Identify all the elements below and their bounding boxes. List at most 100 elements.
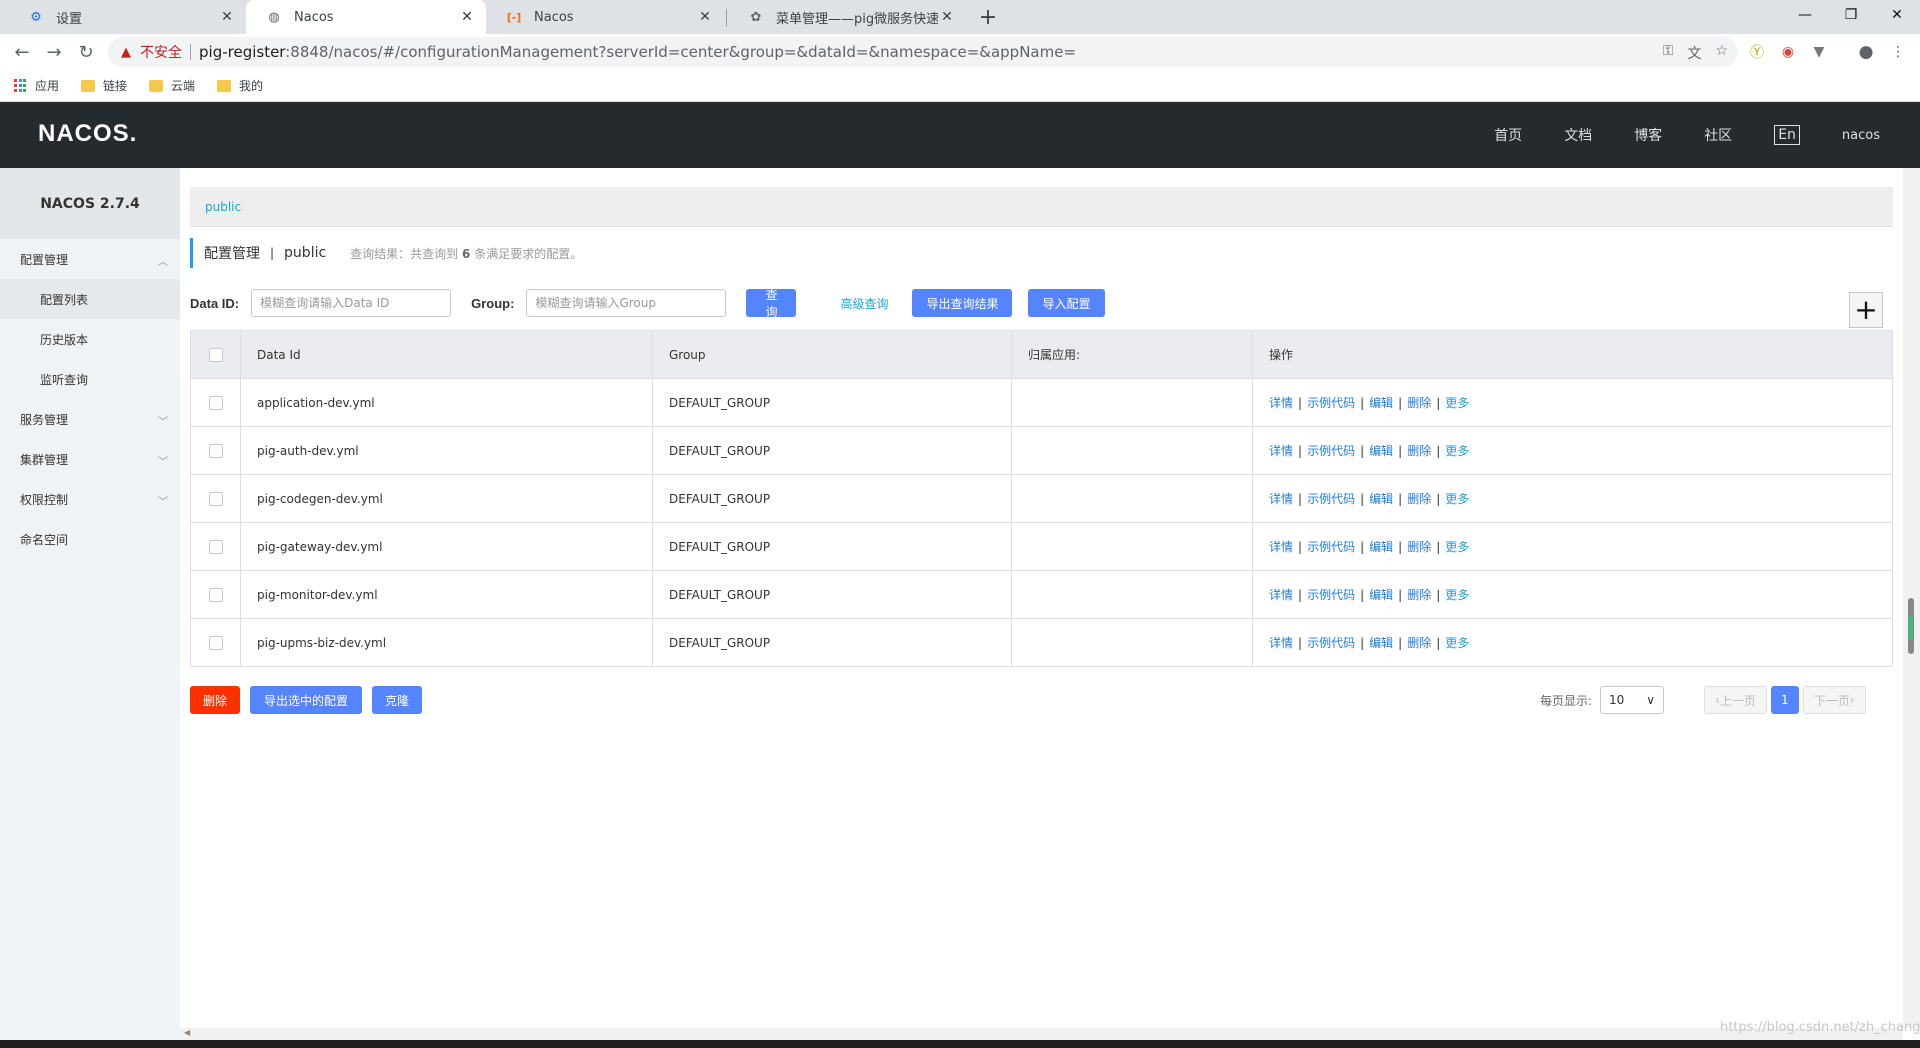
user-menu[interactable]: nacos bbox=[1842, 128, 1880, 143]
column-header[interactable]: Group bbox=[652, 330, 1012, 379]
query-button[interactable]: 查询 bbox=[746, 288, 797, 319]
page-number-current[interactable]: 1 bbox=[1770, 686, 1799, 714]
back-icon[interactable]: ← bbox=[8, 38, 36, 66]
page-size-select[interactable]: 10 ∨ bbox=[1600, 686, 1665, 714]
select-all-checkbox[interactable] bbox=[208, 347, 223, 362]
language-toggle[interactable]: En bbox=[1774, 125, 1800, 145]
op-link[interactable]: 示例代码 bbox=[1307, 540, 1355, 554]
add-config-button[interactable]: + bbox=[1849, 292, 1883, 328]
bookmark-mine[interactable]: 我的 bbox=[217, 77, 263, 94]
window-close-icon[interactable]: ✕ bbox=[1874, 0, 1920, 30]
key-icon[interactable]: ⚿ bbox=[1663, 43, 1674, 63]
row-checkbox[interactable] bbox=[208, 587, 223, 602]
bookmark-links[interactable]: 链接 bbox=[81, 77, 127, 94]
nav-home[interactable]: 首页 bbox=[1494, 125, 1522, 145]
sidebar-item-listener-query[interactable]: 监听查询 bbox=[0, 359, 180, 399]
column-header[interactable]: Data Id bbox=[240, 330, 653, 379]
op-link[interactable]: 示例代码 bbox=[1307, 588, 1355, 602]
op-link[interactable]: 详情 bbox=[1269, 492, 1293, 506]
forward-icon[interactable]: → bbox=[40, 38, 68, 66]
op-link[interactable]: 更多 bbox=[1445, 396, 1469, 410]
security-status[interactable]: 不安全 bbox=[140, 42, 182, 62]
op-link[interactable]: 编辑 bbox=[1369, 396, 1393, 410]
close-icon[interactable]: ✕ bbox=[218, 8, 236, 26]
reload-icon[interactable]: ↻ bbox=[72, 38, 100, 66]
new-tab-icon[interactable]: + bbox=[976, 5, 1000, 30]
op-link[interactable]: 删除 bbox=[1407, 396, 1431, 410]
op-link[interactable]: 详情 bbox=[1269, 396, 1293, 410]
tab-settings[interactable]: ⚙ 设置 ✕ bbox=[8, 0, 246, 34]
op-link[interactable]: 更多 bbox=[1445, 636, 1469, 650]
op-link[interactable]: 示例代码 bbox=[1307, 396, 1355, 410]
op-link[interactable]: 删除 bbox=[1407, 588, 1431, 602]
row-checkbox[interactable] bbox=[208, 395, 223, 410]
sidebar-item-config-management[interactable]: 配置管理 ︿ bbox=[0, 239, 180, 279]
sidebar-item-access-control[interactable]: 权限控制 ﹀ bbox=[0, 479, 180, 519]
op-link[interactable]: 示例代码 bbox=[1307, 444, 1355, 458]
extension-y-icon[interactable]: Ⓨ bbox=[1747, 42, 1767, 62]
sidebar-item-config-list[interactable]: 配置列表 bbox=[0, 279, 180, 319]
op-link[interactable]: 详情 bbox=[1269, 444, 1293, 458]
menu-icon[interactable]: ⋮ bbox=[1888, 42, 1908, 62]
op-link[interactable]: 编辑 bbox=[1369, 588, 1393, 602]
op-link[interactable]: 编辑 bbox=[1369, 636, 1393, 650]
op-link[interactable]: 删除 bbox=[1407, 444, 1431, 458]
sidebar-item-history[interactable]: 历史版本 bbox=[0, 319, 180, 359]
tab-nacos[interactable]: [-] Nacos ✕ bbox=[486, 0, 724, 34]
star-icon[interactable]: ☆ bbox=[1715, 43, 1728, 63]
translate-icon[interactable]: 文 bbox=[1687, 43, 1701, 63]
row-checkbox[interactable] bbox=[208, 443, 223, 458]
bookmark-cloud[interactable]: 云端 bbox=[149, 77, 195, 94]
nav-docs[interactable]: 文档 bbox=[1564, 125, 1592, 145]
restore-icon[interactable]: ❐ bbox=[1828, 0, 1874, 30]
clone-button[interactable]: 克隆 bbox=[372, 686, 423, 714]
close-icon[interactable]: ✕ bbox=[458, 8, 476, 26]
chrome-extension-icon[interactable]: ◉ bbox=[1778, 42, 1798, 62]
op-link[interactable]: 更多 bbox=[1445, 540, 1469, 554]
op-link[interactable]: 删除 bbox=[1407, 492, 1431, 506]
dataid-search-input[interactable] bbox=[251, 289, 452, 317]
import-config-button[interactable]: 导入配置 bbox=[1028, 289, 1105, 317]
address-bar[interactable]: ▲ 不安全 pig-register:8848/nacos/#/configur… bbox=[108, 37, 1738, 67]
close-icon[interactable]: ✕ bbox=[938, 8, 956, 26]
op-link[interactable]: 删除 bbox=[1407, 540, 1431, 554]
advanced-query-button[interactable]: 高级查询 bbox=[826, 289, 902, 317]
sidebar-item-cluster-management[interactable]: 集群管理 ﹀ bbox=[0, 439, 180, 479]
op-link[interactable]: 示例代码 bbox=[1307, 492, 1355, 506]
delete-selected-button[interactable]: 删除 bbox=[190, 686, 240, 714]
group-search-input[interactable] bbox=[526, 289, 727, 317]
row-checkbox[interactable] bbox=[208, 491, 223, 506]
tab-pig[interactable]: ✿ 菜单管理——pig微服务快速开发 ✕ bbox=[728, 0, 966, 34]
op-link[interactable]: 编辑 bbox=[1369, 492, 1393, 506]
export-results-button[interactable]: 导出查询结果 bbox=[912, 289, 1013, 317]
op-link[interactable]: 详情 bbox=[1269, 636, 1293, 650]
op-link[interactable]: 编辑 bbox=[1369, 444, 1393, 458]
minimize-icon[interactable]: — bbox=[1782, 0, 1828, 30]
nav-community[interactable]: 社区 bbox=[1704, 125, 1732, 145]
export-selected-button[interactable]: 导出选中的配置 bbox=[250, 686, 363, 714]
url-text[interactable]: pig-register:8848/nacos/#/configurationM… bbox=[199, 43, 1076, 61]
scroll-left-icon[interactable]: ◀ bbox=[184, 1028, 190, 1037]
sidebar-item-service-management[interactable]: 服务管理 ﹀ bbox=[0, 399, 180, 439]
op-link[interactable]: 删除 bbox=[1407, 636, 1431, 650]
op-link[interactable]: 更多 bbox=[1445, 588, 1469, 602]
op-link[interactable]: 更多 bbox=[1445, 492, 1469, 506]
row-checkbox[interactable] bbox=[208, 635, 223, 650]
bookmark-apps[interactable]: 应用 bbox=[14, 77, 59, 94]
profile-icon[interactable]: ● bbox=[1856, 42, 1876, 62]
sidebar-item-namespace[interactable]: 命名空间 bbox=[0, 519, 180, 559]
op-link[interactable]: 编辑 bbox=[1369, 540, 1393, 554]
row-checkbox[interactable] bbox=[208, 539, 223, 554]
op-link[interactable]: 示例代码 bbox=[1307, 636, 1355, 650]
op-link[interactable]: 详情 bbox=[1269, 540, 1293, 554]
nav-blog[interactable]: 博客 bbox=[1634, 125, 1662, 145]
tab-nacos-active[interactable]: ◍ Nacos ✕ bbox=[246, 0, 486, 34]
close-icon[interactable]: ✕ bbox=[696, 8, 714, 26]
vertical-scrollbar[interactable] bbox=[1903, 168, 1920, 1028]
prev-page-button[interactable]: ‹ 上一页 bbox=[1704, 686, 1767, 714]
extension-v-icon[interactable]: ▼ bbox=[1809, 42, 1829, 62]
next-page-button[interactable]: 下一页 › bbox=[1802, 686, 1866, 714]
op-link[interactable]: 详情 bbox=[1269, 588, 1293, 602]
horizontal-scrollbar[interactable]: ◀ bbox=[180, 1028, 1903, 1040]
namespace-tab-public[interactable]: public bbox=[205, 200, 241, 214]
